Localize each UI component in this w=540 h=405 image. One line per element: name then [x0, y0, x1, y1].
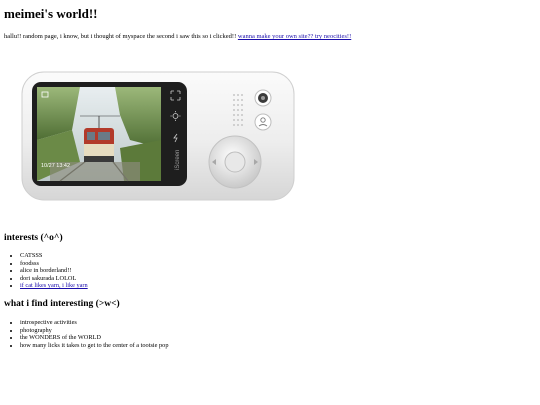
- screen-photo: 10/27 13:42: [37, 87, 161, 182]
- camera-device-illustration: 10/27 13:42 iScreen: [21, 71, 295, 201]
- yarn-link[interactable]: if cat likes yarn, i like yarn: [20, 282, 88, 289]
- interests-list: CATSSS foodsss alice in borderland!! dor…: [8, 252, 88, 290]
- camera-device-image: 10/27 13:42 iScreen: [20, 70, 298, 203]
- navigation-dial: [208, 135, 262, 189]
- playback-icon: [254, 113, 272, 131]
- screen-timestamp: 10/27 13:42: [41, 163, 70, 169]
- interesting-heading: what i find interesting (>w<): [4, 299, 120, 309]
- page-title: meimei's world!!: [4, 6, 98, 21]
- intro-text: hallu!! random page, i know, but i thoug…: [4, 33, 238, 40]
- list-item: photography: [20, 327, 168, 335]
- list-item: alice in borderland!!: [20, 267, 88, 275]
- interests-heading: interests (^o^): [4, 233, 63, 243]
- list-item: foodsss: [20, 260, 88, 268]
- list-item: the WONDERS of the WORLD: [20, 334, 168, 342]
- interesting-list: introspective activities photography the…: [8, 319, 168, 349]
- list-item: introspective activities: [20, 319, 168, 327]
- list-item: if cat likes yarn, i like yarn: [20, 282, 88, 290]
- camera-mode-icon: [254, 89, 272, 107]
- list-item: how many licks it takes to get to the ce…: [20, 342, 168, 350]
- brand-text: iScreen: [175, 150, 181, 170]
- list-item: dori sakurada LOLOL: [20, 275, 88, 283]
- list-item: CATSSS: [20, 252, 88, 260]
- neocities-link[interactable]: wanna make your own site?? try neocities…: [238, 33, 351, 40]
- intro-paragraph: hallu!! random page, i know, but i thoug…: [4, 33, 351, 40]
